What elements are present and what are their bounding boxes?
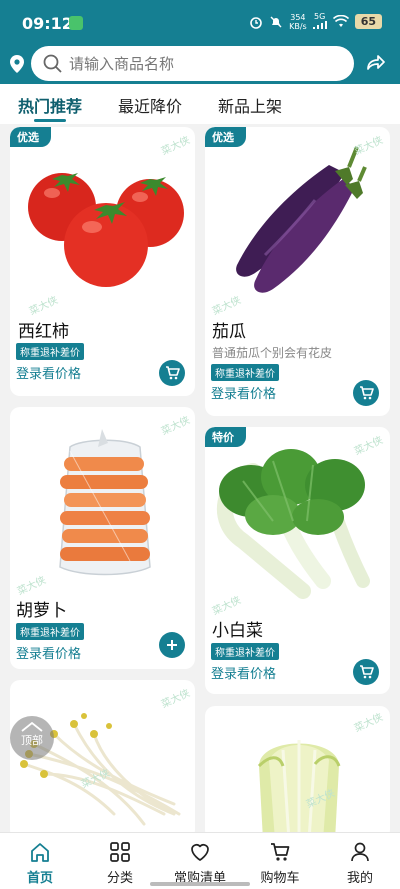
cart-icon [359,665,374,679]
watermark: 菜大侠 [352,711,385,735]
nav-cart[interactable]: 购物车 [245,841,315,886]
product-badge: 优选 [10,127,51,147]
nav-label: 我的 [346,871,373,886]
nav-frequent-list[interactable]: 常购清单 [165,841,235,886]
scroll-to-top-label: 顶部 [21,734,43,747]
wifi-icon [332,15,349,27]
network-indicator: 5G [312,12,327,31]
watermark: 菜大侠 [159,414,192,438]
bottom-navigation: 首页 分类 常购清单 购物车 我的 [0,832,400,889]
eggplant-image [236,146,367,293]
status-time: 09:12 [22,14,73,33]
signal-icon [312,21,327,29]
product-card[interactable]: 菜大侠 菜大侠 胡萝卜 称重退补差价 登录看价格 [10,407,195,669]
watermark: 菜大侠 [15,574,48,598]
tab-new-arrivals[interactable]: 新品上架 [218,93,282,117]
product-badge: 特价 [205,427,246,447]
product-name: 小白菜 [212,621,263,641]
product-badge: 优选 [205,127,246,147]
home-indicator[interactable] [150,882,250,886]
share-icon[interactable] [366,54,386,72]
nav-label: 购物车 [260,871,300,886]
tab-hot[interactable]: 热门推荐 [18,93,82,117]
user-icon [351,842,369,862]
watermark: 菜大侠 [210,294,243,318]
weight-refund-tag: 称重退补差价 [211,364,279,381]
product-card[interactable]: 菜大侠 菜大侠 [10,680,195,840]
search-icon [43,54,62,73]
nav-home[interactable]: 首页 [5,841,75,886]
home-icon [31,843,49,862]
product-name: 茄瓜 [212,322,246,342]
cart-icon [271,843,290,861]
scroll-to-top-button[interactable]: 顶部 [10,716,54,760]
header: 09:12 354 KB/s 5G 65 [0,0,400,84]
add-to-cart-button[interactable] [353,659,379,685]
product-card[interactable]: 优选 菜大侠 菜大侠 茄瓜 普通茄瓜个别会有花皮 称重退补差价 登录看价格 [205,127,390,416]
heart-icon [191,844,209,861]
weight-refund-tag: 称重退补差价 [16,623,84,640]
product-name: 胡萝卜 [16,601,67,621]
add-button[interactable] [159,632,185,658]
location-icon[interactable] [8,54,26,74]
login-to-view-price[interactable]: 登录看价格 [211,663,276,682]
chevron-up-icon [21,722,43,732]
carrot-image [59,429,151,576]
login-to-view-price[interactable]: 登录看价格 [211,383,276,402]
status-bar: 09:12 354 KB/s 5G 65 [0,0,400,44]
notification-app-icon [69,16,83,30]
cart-icon [359,386,374,400]
product-card[interactable]: 特价 菜大侠 菜大侠 小白菜 称重退补差价 登录看价格 [205,427,390,694]
tab-price-drop[interactable]: 最近降价 [118,93,182,117]
nav-profile[interactable]: 我的 [325,841,395,886]
weight-refund-tag: 称重退补差价 [16,343,84,360]
cart-icon [165,366,180,380]
napa-cabbage-image [257,740,341,840]
alarm-icon [250,16,262,29]
net-speed: 354 KB/s [289,12,307,31]
product-card[interactable]: 优选 菜大侠 菜大侠 西红柿 称重退补差价 登录看价格 [10,127,195,396]
status-icons: 354 KB/s 5G 65 [249,12,382,31]
add-to-cart-button[interactable] [353,380,379,406]
battery-level: 65 [354,14,382,29]
product-description: 普通茄瓜个别会有花皮 [212,346,333,360]
mute-icon [270,16,282,27]
plus-icon [167,640,177,650]
nav-label: 分类 [106,871,133,886]
category-tabs: 热门推荐 最近降价 新品上架 [0,84,400,124]
search-bar[interactable] [31,46,354,81]
tomato-image [28,173,184,287]
grid-icon [110,842,130,862]
login-to-view-price[interactable]: 登录看价格 [16,363,81,382]
search-input[interactable] [69,52,339,75]
active-tab-indicator [34,119,66,122]
login-to-view-price[interactable]: 登录看价格 [16,643,81,662]
watermark: 菜大侠 [159,134,192,158]
bok-choy-image [217,449,370,599]
add-to-cart-button[interactable] [159,360,185,386]
nav-category[interactable]: 分类 [85,841,155,886]
weight-refund-tag: 称重退补差价 [211,643,279,660]
product-card[interactable]: 菜大侠 菜大侠 [205,706,390,840]
product-name: 西红柿 [18,322,69,342]
nav-label: 首页 [26,871,53,886]
